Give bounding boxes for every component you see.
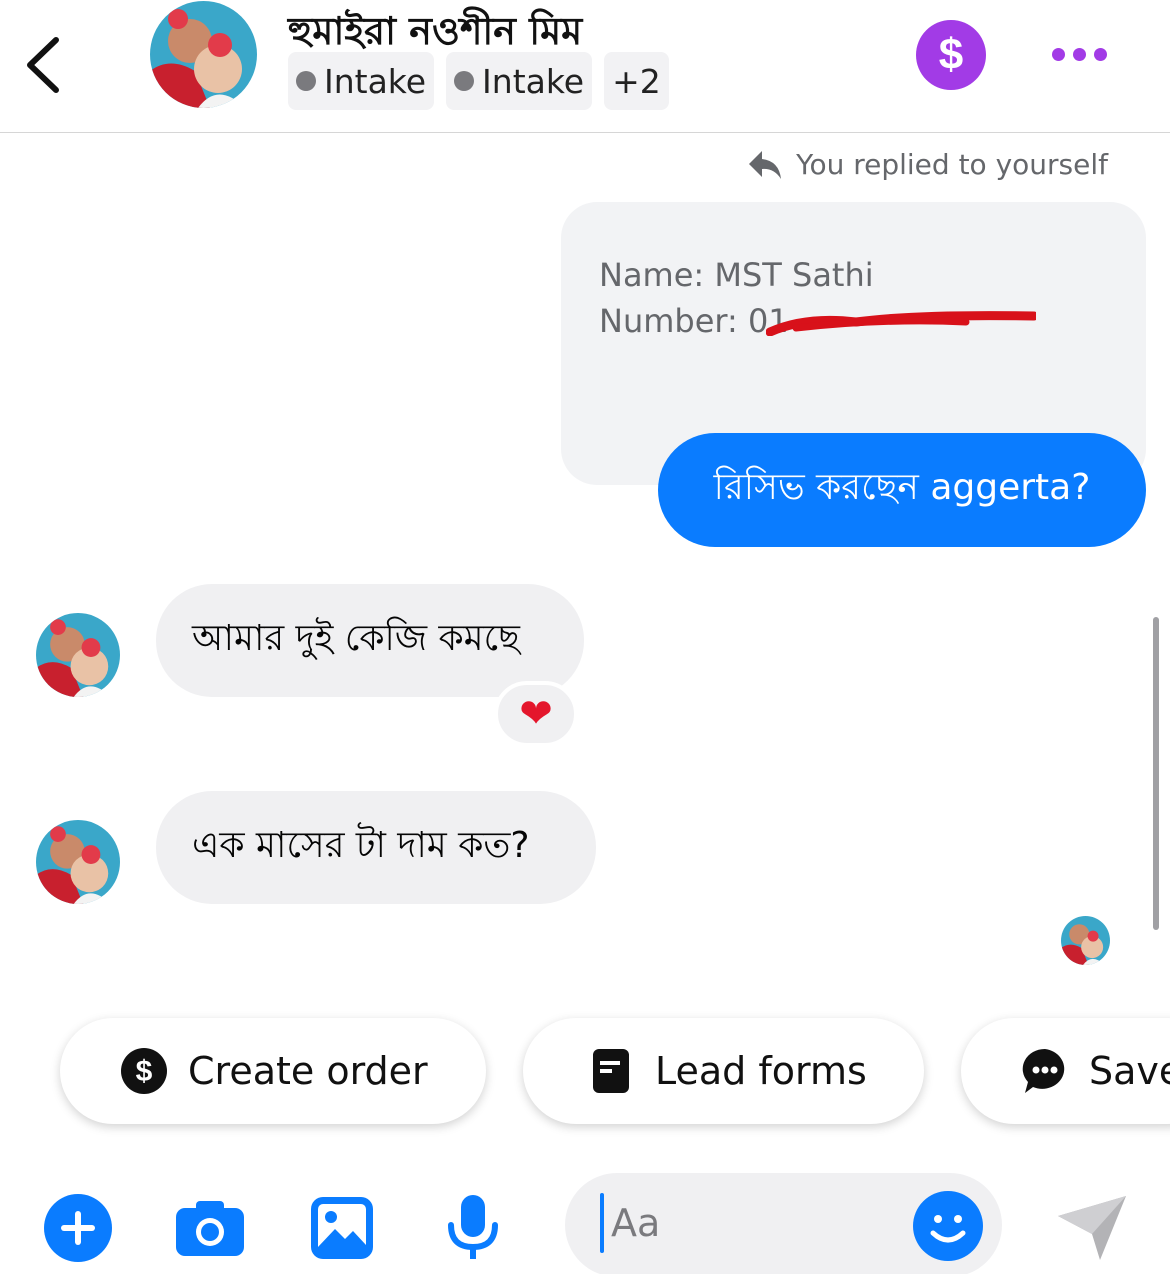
- lead-forms-label: Lead forms: [655, 1049, 867, 1093]
- label-text: Intake: [482, 61, 585, 101]
- emoji-button[interactable]: [913, 1191, 983, 1261]
- microphone-icon: [448, 1195, 498, 1259]
- plus-icon: [44, 1194, 112, 1262]
- heart-icon: ❤: [519, 691, 553, 737]
- saved-replies-label: Save: [1089, 1049, 1170, 1093]
- chat-bubble-icon: [1021, 1047, 1069, 1095]
- outgoing-message-text: রিসিভ করছেন aggerta?: [713, 467, 1091, 508]
- camera-icon: [176, 1201, 244, 1256]
- dollar-circle-icon: $: [120, 1047, 168, 1095]
- send-icon: [1058, 1196, 1126, 1260]
- more-labels-count: +2: [612, 61, 661, 101]
- redaction-mark: [766, 311, 1036, 336]
- label-chip[interactable]: Intake: [446, 52, 593, 110]
- gallery-icon: [311, 1197, 373, 1259]
- chevron-left-icon: [27, 37, 59, 93]
- camera-button[interactable]: [174, 1192, 246, 1264]
- dot: [1052, 47, 1065, 61]
- lead-forms-button[interactable]: Lead forms: [523, 1018, 924, 1124]
- sender-avatar[interactable]: [36, 613, 120, 697]
- seen-indicator-avatar: [1061, 916, 1110, 965]
- back-button[interactable]: [18, 30, 74, 100]
- quoted-line-name: Name: MST Sathi: [599, 256, 874, 294]
- label-dot-icon: [296, 71, 316, 91]
- more-labels-chip[interactable]: +2: [604, 52, 669, 110]
- dot: [1094, 47, 1107, 61]
- heart-reaction[interactable]: ❤: [494, 681, 578, 747]
- emoji-icon: [930, 1215, 966, 1243]
- create-order-label: Create order: [188, 1049, 428, 1093]
- dot: [1073, 47, 1086, 61]
- create-order-button[interactable]: $ Create order: [60, 1018, 486, 1124]
- incoming-message-text: এক মাসের টা দাম কত?: [192, 824, 530, 866]
- message-input-placeholder: Aa: [611, 1201, 661, 1245]
- plus-button[interactable]: [43, 1192, 113, 1264]
- sender-avatar[interactable]: [36, 820, 120, 904]
- contact-avatar[interactable]: [150, 1, 257, 108]
- form-icon: [587, 1047, 635, 1095]
- label-dot-icon: [454, 71, 475, 91]
- text-caret: [600, 1193, 604, 1253]
- reply-note-text: You replied to yourself: [796, 148, 1108, 181]
- svg-text:$: $: [136, 1055, 153, 1088]
- send-button[interactable]: [1056, 1192, 1128, 1264]
- saved-replies-button[interactable]: Save: [961, 1018, 1170, 1124]
- microphone-button[interactable]: [443, 1192, 503, 1264]
- scrollbar[interactable]: [1153, 617, 1159, 930]
- gallery-button[interactable]: [309, 1192, 375, 1264]
- more-options-button[interactable]: [1052, 42, 1112, 66]
- payment-button[interactable]: $: [916, 20, 986, 90]
- message-input[interactable]: Aa: [565, 1173, 1002, 1274]
- label-text: Intake: [324, 61, 427, 101]
- reply-arrow-icon: [749, 150, 782, 179]
- conversation-header: হুমাইরা নওশীন মিম Intake Intake +2 $: [0, 0, 1170, 133]
- incoming-message-text: আমার দুই কেজি কমছে: [192, 617, 520, 659]
- incoming-message[interactable]: আমার দুই কেজি কমছে: [156, 584, 584, 697]
- outgoing-message[interactable]: রিসিভ করছেন aggerta?: [658, 433, 1146, 547]
- incoming-message[interactable]: এক মাসের টা দাম কত?: [156, 791, 596, 904]
- dollar-icon: $: [938, 30, 964, 79]
- label-list: Intake Intake +2: [288, 52, 669, 110]
- reply-note: You replied to yourself: [748, 148, 1108, 181]
- label-chip[interactable]: Intake: [288, 52, 435, 110]
